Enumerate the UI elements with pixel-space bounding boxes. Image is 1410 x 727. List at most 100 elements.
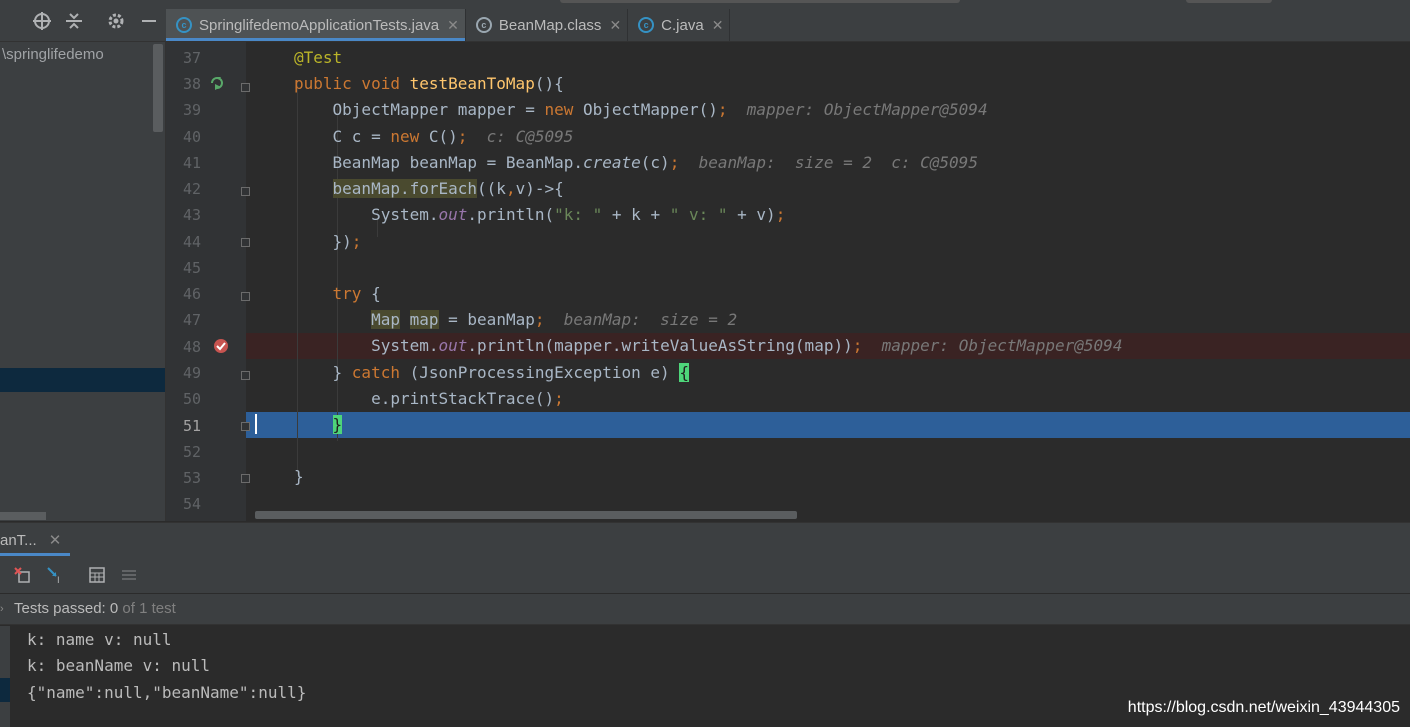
- debug-inline-hint: c: C@5095: [486, 127, 574, 146]
- line-number: 48: [182, 338, 201, 356]
- java-class-icon: c: [638, 17, 655, 33]
- run-tab[interactable]: anT... ✕: [0, 531, 61, 549]
- status-count: 0: [109, 600, 119, 617]
- tab-beanmap-class[interactable]: c BeanMap.class ✕: [466, 9, 629, 41]
- run-panel-header: anT... ✕: [0, 522, 1410, 558]
- run-tab-underline: [0, 553, 70, 556]
- calculator-icon[interactable]: [87, 565, 107, 585]
- project-scrollbar[interactable]: [153, 44, 163, 132]
- text-caret: [255, 414, 257, 434]
- debug-inline-hint: beanMap: size = 2 c: C@5095: [698, 153, 978, 172]
- code-line-40: C c = new C(); c: C@5095: [294, 127, 574, 146]
- fold-marker[interactable]: [241, 292, 250, 301]
- code-line-37: @Test: [294, 48, 343, 67]
- expand-arrow-icon[interactable]: ›: [0, 594, 4, 624]
- code-line-53: }: [294, 467, 304, 486]
- debug-inline-hint: mapper: ObjectMapper@5094: [881, 336, 1123, 355]
- line-number: 52: [182, 443, 201, 461]
- fold-marker[interactable]: [241, 371, 250, 380]
- close-icon[interactable]: ✕: [609, 17, 621, 34]
- line-number-current: 51: [182, 417, 201, 435]
- line-number: 39: [182, 101, 201, 119]
- fold-marker[interactable]: [241, 187, 250, 196]
- line-number: 43: [182, 206, 201, 224]
- run-toolbar: I: [0, 557, 1410, 593]
- line-number: 50: [182, 390, 201, 408]
- close-icon[interactable]: ✕: [49, 532, 62, 549]
- line-number: 44: [182, 233, 201, 251]
- code-line-51: }: [332, 415, 343, 434]
- code-line-39: ObjectMapper mapper = new ObjectMapper()…: [294, 100, 988, 119]
- code-line-50: e.printStackTrace();: [294, 389, 564, 408]
- current-line-highlight: [246, 412, 1410, 438]
- project-selected-row[interactable]: [0, 368, 165, 392]
- editor-tab-bar: c SpringlifedemoApplicationTests.java ✕ …: [0, 0, 1410, 42]
- collapse-all-icon[interactable]: [62, 9, 86, 33]
- code-editor[interactable]: 37 38 39 40 41 42 43 44 45 46 47 48 49 5…: [166, 42, 1410, 521]
- fold-marker[interactable]: [241, 238, 250, 247]
- test-status-bar: › Tests passed: 0 of 1 test: [0, 594, 1410, 625]
- debug-inline-hint: beanMap: size = 2: [563, 310, 738, 329]
- tab-label: BeanMap.class: [498, 16, 602, 34]
- editor-tabs: c SpringlifedemoApplicationTests.java ✕ …: [166, 9, 731, 41]
- code-line-44: });: [294, 232, 362, 251]
- line-number: 54: [182, 495, 201, 513]
- line-number: 47: [182, 311, 201, 329]
- test-status-text: Tests passed: 0 of 1 test: [14, 594, 176, 624]
- close-icon[interactable]: ✕: [712, 17, 724, 34]
- debug-inline-hint: mapper: ObjectMapper@5094: [746, 100, 988, 119]
- run-tab-label: anT...: [0, 532, 37, 549]
- project-horizontal-scrollbar[interactable]: [0, 512, 46, 520]
- line-number: 37: [182, 49, 201, 67]
- status-suffix: of 1 test: [118, 600, 176, 617]
- status-prefix: Tests passed:: [14, 600, 110, 617]
- console-line: {"name":null,"beanName":null}: [27, 683, 307, 702]
- fold-marker[interactable]: [241, 83, 250, 92]
- class-file-icon: c: [475, 17, 492, 33]
- code-line-49: } catch (JsonProcessingException e) {: [294, 363, 689, 382]
- code-line-46: try {: [332, 284, 381, 303]
- show-passed-icon[interactable]: [12, 565, 32, 585]
- watermark-text: https://blog.csdn.net/weixin_43944305: [1127, 699, 1400, 716]
- line-number: 46: [182, 285, 201, 303]
- line-number: 42: [182, 180, 201, 198]
- show-ignored-icon[interactable]: I: [45, 565, 65, 585]
- java-class-test-icon: c: [176, 17, 192, 33]
- tab-label: SpringlifedemoApplicationTests.java: [199, 16, 440, 34]
- editor-horizontal-scrollbar[interactable]: [255, 511, 797, 519]
- line-number: 38: [182, 75, 201, 93]
- line-number: 49: [182, 364, 201, 382]
- title-decoration: [560, 0, 960, 3]
- hide-panel-icon[interactable]: [137, 9, 161, 33]
- run-test-icon[interactable]: [209, 75, 225, 96]
- code-line-41: BeanMap beanMap = BeanMap.create(c); bea…: [294, 153, 978, 172]
- code-line-42: beanMap.forEach((k,v)->{: [332, 179, 564, 198]
- code-line-47: Map map = beanMap; beanMap: size = 2: [371, 310, 738, 329]
- title-decoration: [1186, 0, 1272, 3]
- fold-marker[interactable]: [241, 474, 250, 483]
- breakpoint-icon[interactable]: [213, 338, 229, 359]
- locate-file-icon[interactable]: [30, 9, 54, 33]
- project-path-label: \springlifedemo: [2, 46, 104, 63]
- sort-icon[interactable]: [119, 565, 139, 585]
- code-line-48: System.out.println(mapper.writeValueAsSt…: [294, 336, 1123, 355]
- line-number: 45: [182, 259, 201, 277]
- line-number: 53: [182, 469, 201, 487]
- tab-c-java[interactable]: c C.java ✕: [628, 9, 731, 41]
- project-panel[interactable]: \springlifedemo: [0, 42, 166, 521]
- fold-marker[interactable]: [241, 422, 250, 431]
- svg-text:I: I: [57, 576, 60, 584]
- console-line: k: beanName v: null: [27, 656, 211, 675]
- line-number: 41: [182, 154, 201, 172]
- run-tree-selected-row[interactable]: [0, 678, 10, 702]
- close-icon[interactable]: ✕: [447, 17, 459, 34]
- run-tree-strip[interactable]: [0, 626, 10, 727]
- console-line: k: name v: null: [27, 630, 172, 649]
- gear-icon[interactable]: [104, 9, 128, 33]
- tab-springlifedemo-application-tests[interactable]: c SpringlifedemoApplicationTests.java ✕: [166, 9, 466, 41]
- code-line-38: public void testBeanToMap(){: [294, 74, 564, 93]
- tab-label: C.java: [661, 16, 704, 34]
- code-line-43: System.out.println("k: " + k + " v: " + …: [294, 205, 786, 224]
